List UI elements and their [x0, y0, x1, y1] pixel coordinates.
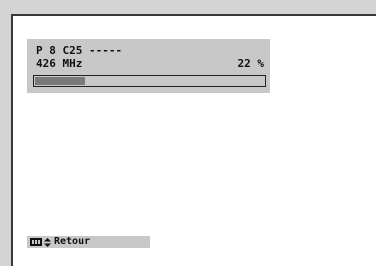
up-down-arrows-icon [44, 237, 51, 247]
back-label: Retour [54, 236, 91, 247]
channel-line: P 8 C25 ----- [36, 44, 123, 57]
progress-bar-fill [35, 77, 85, 85]
menu-icon [30, 238, 42, 246]
channel-info-panel: P 8 C25 ----- 426 MHz 22 % [27, 39, 270, 93]
footer-hint-bar[interactable]: Retour [27, 236, 150, 248]
tv-screen: P 8 C25 ----- 426 MHz 22 % Retour [11, 14, 376, 266]
progress-bar [33, 75, 266, 87]
progress-percent: 22 % [237, 57, 265, 70]
frequency-label: 426 MHz [36, 57, 83, 70]
